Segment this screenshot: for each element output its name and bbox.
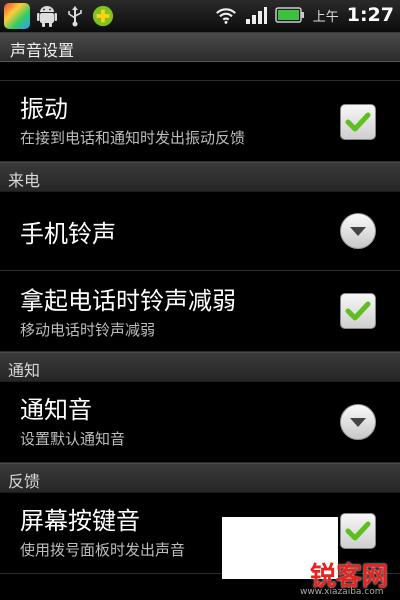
section-header-notification: 通知 (0, 352, 400, 382)
notification-sound-title: 通知音 (20, 396, 92, 424)
window-title-bar: 声音设置 (0, 33, 400, 62)
wifi-icon (215, 3, 237, 27)
settings-list: 振动 在接到电话和通知时发出振动反馈 来电 手机铃声 拿起电话时铃声减弱 移动电… (0, 62, 400, 574)
touch-tones-summary: 使用拨号面板时发出声音 (20, 541, 186, 559)
section-header-incoming-call: 来电 (0, 162, 400, 192)
watermark-url: www.xiazaiba.com (300, 587, 384, 597)
touch-tones-checkbox[interactable] (340, 513, 376, 549)
status-bar: 上午 1:27 (0, 0, 400, 33)
vibrate-row[interactable]: 振动 在接到电话和通知时发出振动反馈 (0, 81, 400, 162)
battery-icon (274, 3, 305, 27)
chevron-down-icon (350, 227, 366, 236)
quiet-ring-row[interactable]: 拿起电话时铃声减弱 移动电话时铃声减弱 (0, 271, 400, 352)
app-icon (4, 3, 30, 29)
notification-sound-dropdown[interactable] (340, 404, 376, 440)
plus-icon (92, 4, 114, 28)
section-title: 通知 (8, 361, 41, 380)
chevron-down-icon (350, 418, 366, 427)
touch-tones-title: 屏幕按键音 (20, 507, 140, 535)
quiet-ring-title: 拿起电话时铃声减弱 (20, 287, 236, 315)
clock: 1:27 (346, 4, 394, 26)
ringtone-row[interactable]: 手机铃声 (0, 192, 400, 271)
section-header-feedback: 反馈 (0, 463, 400, 493)
check-icon (345, 112, 371, 132)
ringtone-dropdown[interactable] (340, 213, 376, 249)
vibrate-checkbox[interactable] (340, 104, 376, 140)
notification-sound-summary: 设置默认通知音 (20, 430, 126, 448)
signal-icon (245, 3, 267, 27)
notification-sound-row[interactable]: 通知音 设置默认通知音 (0, 382, 400, 463)
page-title: 声音设置 (10, 41, 75, 60)
usb-icon (64, 4, 86, 28)
section-title: 来电 (8, 171, 41, 190)
time-prefix: 上午 (312, 9, 339, 25)
quiet-ring-checkbox[interactable] (340, 293, 376, 329)
list-top-spacer (0, 62, 400, 81)
android-icon (36, 4, 58, 28)
check-icon (345, 301, 371, 321)
ringtone-title: 手机铃声 (20, 220, 116, 248)
vibrate-title: 振动 (20, 95, 68, 123)
vibrate-summary: 在接到电话和通知时发出振动反馈 (20, 129, 246, 147)
section-title: 反馈 (8, 472, 41, 491)
quiet-ring-summary: 移动电话时铃声减弱 (20, 321, 156, 339)
check-icon (345, 521, 371, 541)
